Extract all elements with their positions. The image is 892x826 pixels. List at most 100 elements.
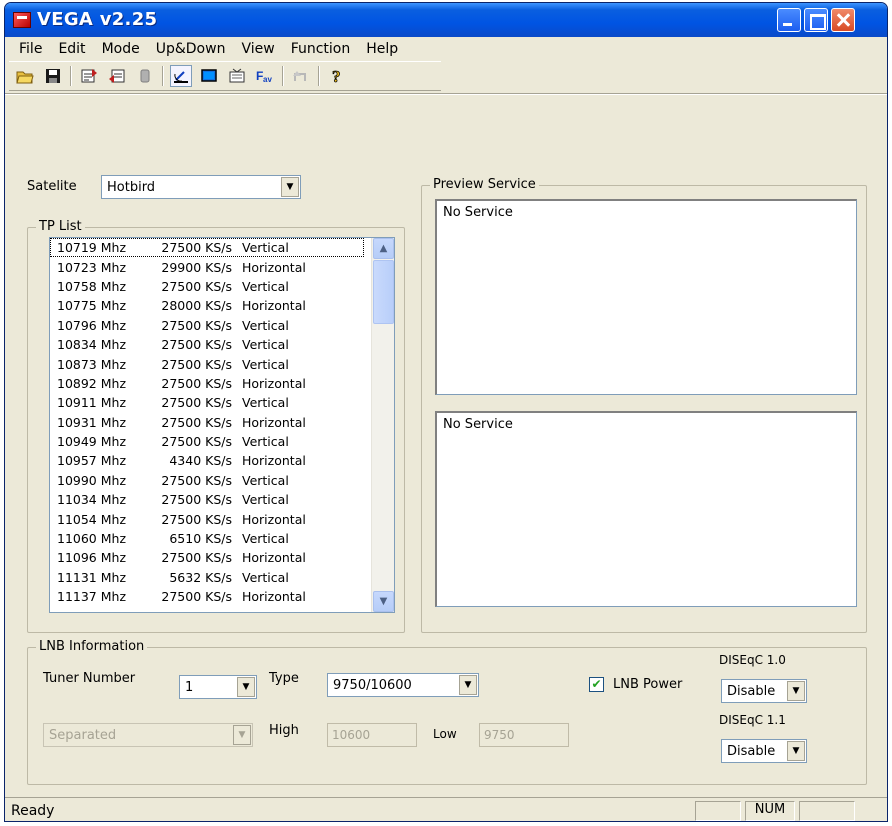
- lnb-mode-value: Separated: [49, 727, 117, 743]
- import-icon[interactable]: [78, 65, 100, 87]
- list-item[interactable]: 11054 Mhz 27500 KS/s Horizontal: [50, 509, 394, 528]
- tp-list-scrollbar[interactable]: ▲ ▼: [371, 238, 394, 612]
- open-folder-icon[interactable]: [14, 65, 36, 87]
- help-icon[interactable]: ?: [326, 65, 348, 87]
- list-item[interactable]: 10873 Mhz 27500 KS/s Vertical: [50, 354, 394, 373]
- tp-rows: 10719 Mhz 27500 KS/s Vertical 10723 Mhz 2990…: [50, 238, 394, 606]
- tp-polarization: Horizontal: [242, 589, 306, 605]
- list-item[interactable]: 11060 Mhz 6510 KS/s Vertical: [50, 529, 394, 548]
- save-icon[interactable]: [42, 65, 64, 87]
- export-icon[interactable]: [106, 65, 128, 87]
- satellite-dish-icon[interactable]: [170, 65, 192, 87]
- tp-polarization: Vertical: [242, 472, 289, 488]
- chevron-down-icon[interactable]: ▼: [787, 681, 805, 701]
- list-item[interactable]: 11096 Mhz 27500 KS/s Horizontal: [50, 548, 394, 567]
- diseqc11-select[interactable]: Disable ▼: [721, 739, 807, 763]
- tp-polarization: Vertical: [242, 240, 289, 256]
- high-label: High: [269, 723, 299, 738]
- toolbar-separator: [318, 66, 320, 86]
- preview-service-bottom[interactable]: No Service: [435, 411, 857, 607]
- list-item[interactable]: 10796 Mhz 27500 KS/s Vertical: [50, 316, 394, 335]
- tp-frequency: 11034 Mhz: [57, 492, 127, 508]
- list-item[interactable]: 11137 Mhz 27500 KS/s Horizontal: [50, 587, 394, 606]
- menu-file[interactable]: File: [11, 41, 50, 57]
- list-item[interactable]: 10834 Mhz 27500 KS/s Vertical: [50, 335, 394, 354]
- tp-symbol-rate: 6510 KS/s: [169, 531, 232, 547]
- menu-updown[interactable]: Up&Down: [148, 41, 234, 57]
- tp-polarization: Vertical: [242, 317, 289, 333]
- app-icon: [13, 12, 31, 28]
- tp-frequency: 11131 Mhz: [57, 569, 127, 585]
- tv-icon[interactable]: [226, 65, 248, 87]
- screen-icon[interactable]: [198, 65, 220, 87]
- tp-frequency: 10931 Mhz: [57, 414, 127, 430]
- tp-polarization: Vertical: [242, 434, 289, 450]
- tuner-number-select[interactable]: 1 ▼: [179, 675, 257, 699]
- menu-mode[interactable]: Mode: [94, 41, 148, 57]
- tp-symbol-rate: 27500 KS/s: [161, 550, 232, 566]
- tp-symbol-rate: 27500 KS/s: [161, 375, 232, 391]
- list-item[interactable]: 10775 Mhz 28000 KS/s Horizontal: [50, 296, 394, 315]
- preview-service-label: Preview Service: [430, 177, 539, 192]
- chevron-down-icon[interactable]: ▼: [281, 177, 299, 197]
- list-item[interactable]: 10758 Mhz 27500 KS/s Vertical: [50, 277, 394, 296]
- tp-frequency: 11137 Mhz: [57, 589, 127, 605]
- diseqc10-value: Disable: [727, 683, 776, 699]
- chevron-down-icon[interactable]: ▼: [237, 677, 255, 697]
- toolbar-separator: [70, 66, 72, 86]
- minimize-button[interactable]: [777, 8, 801, 32]
- lnb-mode-select[interactable]: Separated ▼: [43, 723, 253, 747]
- satellite-select[interactable]: Hotbird ▼: [101, 175, 301, 199]
- tp-polarization: Horizontal: [242, 511, 306, 527]
- tp-symbol-rate: 27500 KS/s: [161, 492, 232, 508]
- tp-frequency: 10834 Mhz: [57, 337, 127, 353]
- toolbar: Fav ?: [9, 61, 441, 91]
- menu-help[interactable]: Help: [358, 41, 406, 57]
- tp-polarization: Horizontal: [242, 453, 306, 469]
- list-item[interactable]: 10719 Mhz 27500 KS/s Vertical: [50, 238, 364, 258]
- list-item[interactable]: 10931 Mhz 27500 KS/s Horizontal: [50, 413, 394, 432]
- tp-frequency: 10873 Mhz: [57, 356, 127, 372]
- list-item[interactable]: 10949 Mhz 27500 KS/s Vertical: [50, 432, 394, 451]
- list-item[interactable]: 10723 Mhz 29900 KS/s Horizontal: [50, 257, 394, 276]
- chevron-down-icon[interactable]: ▼: [459, 675, 477, 695]
- status-pane-empty-2: [799, 801, 855, 821]
- title-bar[interactable]: VEGA v2.25: [5, 3, 887, 37]
- scroll-up-icon[interactable]: ▲: [373, 238, 394, 259]
- low-frequency-value: 9750: [484, 728, 515, 742]
- tp-listbox[interactable]: 10719 Mhz 27500 KS/s Vertical 10723 Mhz 2990…: [49, 237, 395, 613]
- lnb-type-select[interactable]: 9750/10600 ▼: [327, 673, 479, 697]
- maximize-button[interactable]: [804, 8, 828, 32]
- menu-edit[interactable]: Edit: [50, 41, 93, 57]
- undo-icon[interactable]: [290, 65, 312, 87]
- high-frequency-field[interactable]: 10600: [327, 723, 417, 747]
- preview-service-top[interactable]: No Service: [435, 199, 857, 395]
- list-item[interactable]: 11034 Mhz 27500 KS/s Vertical: [50, 490, 394, 509]
- favorite-icon[interactable]: Fav: [254, 65, 276, 87]
- tp-symbol-rate: 27500 KS/s: [161, 278, 232, 294]
- scroll-thumb[interactable]: [373, 260, 394, 324]
- diseqc10-select[interactable]: Disable ▼: [721, 679, 807, 703]
- list-item[interactable]: 10957 Mhz 4340 KS/s Horizontal: [50, 451, 394, 470]
- list-item[interactable]: 11131 Mhz 5632 KS/s Vertical: [50, 568, 394, 587]
- low-label: Low: [433, 727, 457, 741]
- tp-polarization: Horizontal: [242, 414, 306, 430]
- list-item[interactable]: 10990 Mhz 27500 KS/s Vertical: [50, 471, 394, 490]
- lnb-power-checkbox[interactable]: ✔: [589, 677, 604, 692]
- low-frequency-field[interactable]: 9750: [479, 723, 569, 747]
- tp-frequency: 10892 Mhz: [57, 375, 127, 391]
- list-item[interactable]: 10892 Mhz 27500 KS/s Horizontal: [50, 374, 394, 393]
- chevron-down-icon[interactable]: ▼: [787, 741, 805, 761]
- tp-polarization: Vertical: [242, 278, 289, 294]
- close-button[interactable]: [831, 8, 855, 32]
- list-item[interactable]: 10911 Mhz 27500 KS/s Vertical: [50, 393, 394, 412]
- svg-text:av: av: [263, 75, 272, 84]
- menu-function[interactable]: Function: [283, 41, 359, 57]
- device-icon[interactable]: [134, 65, 156, 87]
- scroll-down-icon[interactable]: ▼: [373, 591, 394, 612]
- satellite-value: Hotbird: [107, 179, 156, 195]
- menu-view[interactable]: View: [233, 41, 282, 57]
- tp-frequency: 10775 Mhz: [57, 298, 127, 314]
- tp-frequency: 10719 Mhz: [57, 240, 127, 256]
- tp-polarization: Vertical: [242, 356, 289, 372]
